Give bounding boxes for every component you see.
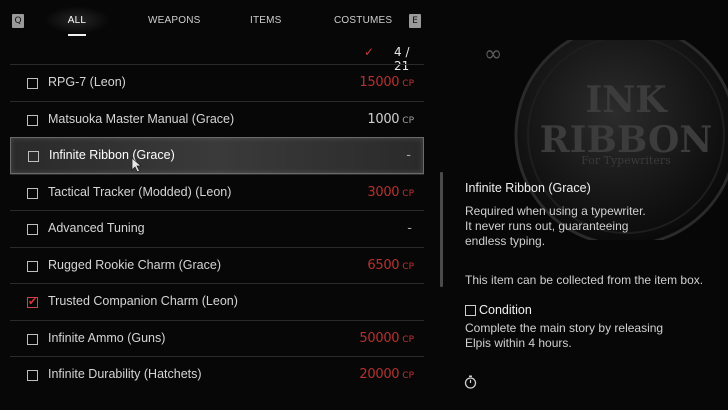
list-scrollbar[interactable] bbox=[440, 172, 443, 287]
bonus-list: RPG-7 (Leon) 15000 CP Matsuoka Master Man… bbox=[10, 64, 424, 392]
checkbox[interactable] bbox=[28, 151, 39, 162]
checkmark-icon: ✓ bbox=[364, 45, 375, 59]
emblem-line3: For Typewriters bbox=[581, 154, 671, 167]
item-price: 3000 CP bbox=[367, 184, 414, 200]
tab-weapons[interactable]: WEAPONS bbox=[148, 0, 200, 40]
detail-title: Infinite Ribbon (Grace) bbox=[465, 181, 591, 195]
emblem-line1: INK bbox=[585, 79, 668, 121]
list-item[interactable]: Rugged Rookie Charm (Grace) 6500 CP bbox=[10, 246, 424, 284]
item-price: 1000 CP bbox=[367, 111, 414, 127]
item-price: 20000 CP bbox=[359, 367, 414, 382]
checkbox[interactable] bbox=[27, 114, 38, 126]
completion-counter: ✓ 4 / 21 bbox=[0, 40, 424, 73]
checkbox[interactable] bbox=[27, 370, 38, 381]
item-name: Matsuoka Master Manual (Grace) bbox=[48, 111, 235, 126]
category-tabs: Q ALL WEAPONS ITEMS COSTUMES E bbox=[0, 0, 430, 40]
condition-label: Condition bbox=[479, 303, 532, 317]
item-name: Infinite Ammo (Guns) bbox=[48, 330, 166, 345]
list-item[interactable]: Infinite Durability (Hatchets) 20000 CP bbox=[10, 356, 424, 393]
item-name: Trusted Companion Charm (Leon) bbox=[48, 294, 238, 308]
detail-description: Required when using a typewriter. It nev… bbox=[465, 204, 646, 248]
list-item[interactable]: Tactical Tracker (Modded) (Leon) 3000 CP bbox=[10, 173, 424, 211]
item-price: - bbox=[406, 148, 411, 163]
item-name: Infinite Ribbon (Grace) bbox=[49, 148, 175, 162]
item-name: Rugged Rookie Charm (Grace) bbox=[48, 257, 221, 272]
condition-checkbox bbox=[465, 305, 476, 316]
tab-costumes[interactable]: COSTUMES bbox=[334, 0, 392, 40]
tab-prev-key[interactable]: Q bbox=[12, 14, 24, 28]
checkbox[interactable] bbox=[27, 333, 38, 345]
item-name: RPG-7 (Leon) bbox=[48, 75, 126, 89]
list-item[interactable]: Infinite Ammo (Guns) 50000 CP bbox=[10, 319, 424, 357]
item-price: 15000 CP bbox=[359, 75, 414, 90]
tab-items[interactable]: ITEMS bbox=[250, 0, 281, 40]
detail-note: This item can be collected from the item… bbox=[465, 273, 704, 287]
checkbox[interactable] bbox=[27, 187, 38, 199]
checkbox[interactable] bbox=[27, 224, 38, 235]
mouse-cursor-icon bbox=[131, 157, 143, 173]
tab-next-key[interactable]: E bbox=[409, 14, 421, 28]
item-price: 50000 CP bbox=[359, 330, 414, 346]
checkbox[interactable] bbox=[27, 260, 38, 272]
checkbox-checked[interactable] bbox=[27, 295, 38, 308]
list-item[interactable]: RPG-7 (Leon) 15000 CP bbox=[10, 64, 424, 101]
condition-description: Complete the main story by releasing Elp… bbox=[465, 321, 664, 350]
item-price: 6500 CP bbox=[367, 257, 414, 273]
list-item[interactable]: Matsuoka Master Manual (Grace) 1000 CP bbox=[10, 100, 424, 138]
item-name: Advanced Tuning bbox=[48, 221, 145, 235]
infinity-icon: ∞ bbox=[484, 42, 503, 67]
checkbox[interactable] bbox=[27, 78, 38, 89]
item-name: Tactical Tracker (Modded) (Leon) bbox=[48, 184, 232, 199]
item-name: Infinite Durability (Hatchets) bbox=[48, 367, 202, 381]
stopwatch-icon bbox=[464, 375, 477, 389]
list-item-selected[interactable]: Infinite Ribbon (Grace) - bbox=[10, 137, 424, 174]
tab-all[interactable]: ALL bbox=[44, 0, 110, 40]
list-item[interactable]: Advanced Tuning - bbox=[10, 210, 424, 247]
list-item[interactable]: Trusted Companion Charm (Leon) bbox=[10, 283, 424, 320]
item-price: - bbox=[407, 221, 412, 236]
